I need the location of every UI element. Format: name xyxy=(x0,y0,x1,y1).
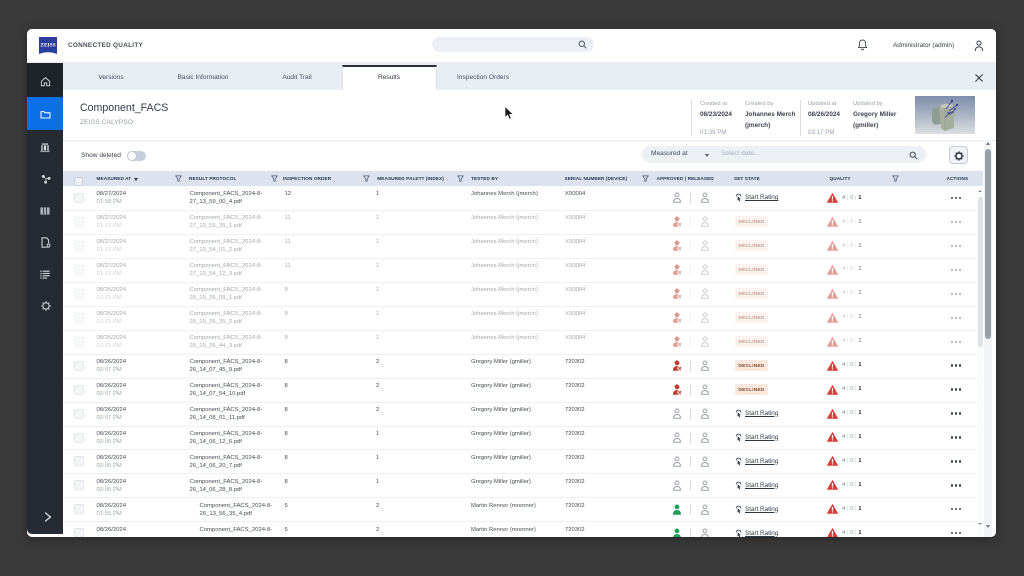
svg-text:ZEISS: ZEISS xyxy=(40,42,55,48)
